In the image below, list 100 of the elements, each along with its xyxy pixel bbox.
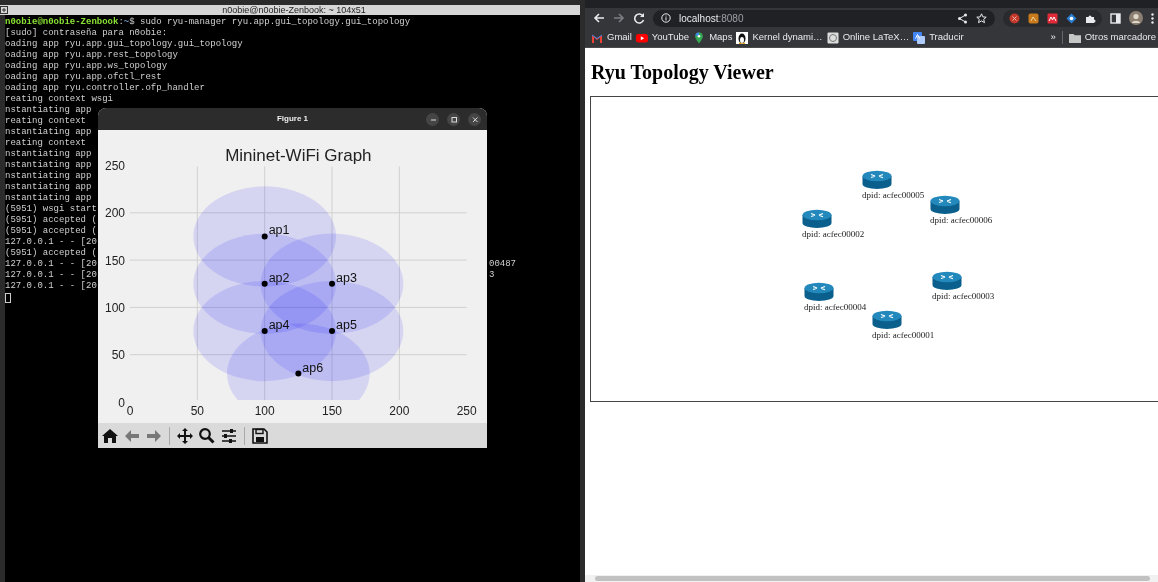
point-label: ap5 <box>336 318 357 333</box>
data-point <box>261 328 268 335</box>
node-label: dpid: acfec00001 <box>872 330 935 340</box>
save-icon[interactable] <box>251 426 269 445</box>
data-point <box>329 328 335 335</box>
back-arrow-icon[interactable] <box>593 12 605 24</box>
new-tab-icon[interactable] <box>0 6 8 14</box>
menu-icon[interactable] <box>1151 12 1154 24</box>
translate-icon <box>913 31 926 44</box>
axis-tick-label: 200 <box>104 206 125 221</box>
terminal-line: nstantiating app <box>5 193 92 204</box>
extension-icon[interactable] <box>1047 12 1058 24</box>
terminal-line: [sudo] contraseña para n0obie: <box>5 28 168 39</box>
terminal-line: nstantiating app <box>5 105 92 116</box>
terminal-line: 3 <box>489 270 495 280</box>
bookmark[interactable]: Gmail <box>591 30 632 45</box>
terminal-line: 127.0.0.1 - - [20 <box>5 281 97 292</box>
sliders-icon[interactable] <box>220 426 238 445</box>
horizontal-scrollbar[interactable] <box>585 575 1158 582</box>
router-icon[interactable] <box>932 271 962 291</box>
terminal-cursor <box>5 293 11 303</box>
window-title: n0obie@n0obie-Zenbook: ~ 104x51 <box>221 5 367 15</box>
terminal-line: nstantiating app <box>5 149 92 160</box>
terminal-line: 127.0.0.1 - - [20 <box>5 237 97 248</box>
maximize-button[interactable] <box>447 113 460 126</box>
bookmark[interactable]: YouTube <box>635 30 690 45</box>
terminal-line: 00487 <box>489 259 516 269</box>
bookmarks-overflow-button[interactable]: » <box>1050 30 1056 45</box>
node-label: dpid: acfec00003 <box>932 291 995 301</box>
terminal-line: reating context <box>5 138 86 149</box>
terminal-line: reating context <box>5 116 86 127</box>
terminal-line: 127.0.0.1 - - [20 <box>5 270 97 281</box>
window-title: Figure 1 <box>276 113 309 125</box>
router-icon[interactable] <box>862 170 892 190</box>
video-play-icon <box>635 31 648 44</box>
close-button[interactable] <box>468 113 481 126</box>
terminal-line: nstantiating app <box>5 160 92 171</box>
star-icon[interactable] <box>976 12 987 24</box>
home-icon[interactable] <box>101 426 119 445</box>
axis-tick-label: 150 <box>104 253 125 268</box>
sidebar-icon[interactable] <box>1110 12 1121 24</box>
axis-tick-label: 250 <box>104 159 125 173</box>
point-label: ap3 <box>336 270 357 285</box>
terminal-line: oading app ryu.app.ofctl_rest <box>5 72 162 83</box>
address-bar[interactable]: localhost:8080 <box>653 9 995 27</box>
axis-tick-label: 200 <box>389 404 410 418</box>
point-label: ap4 <box>268 318 290 333</box>
move-icon[interactable] <box>176 426 194 445</box>
data-point <box>261 233 268 240</box>
map-pin-icon <box>693 31 706 44</box>
info-icon[interactable] <box>661 13 671 23</box>
axis-tick-label: 100 <box>254 404 275 418</box>
penguin-icon <box>736 31 749 44</box>
terminal-line: nstantiating app <box>5 127 92 138</box>
page-heading: Ryu Topology Viewer <box>591 61 775 84</box>
folder-icon <box>1068 32 1081 43</box>
router-icon[interactable] <box>804 282 834 302</box>
terminal-line: (5951) accepted ( <box>5 226 97 237</box>
terminal-line: (5951) accepted ( <box>5 215 97 226</box>
zoom-icon[interactable] <box>198 426 216 445</box>
data-point <box>261 280 268 287</box>
terminal-line: nstantiating app <box>5 182 92 193</box>
axis-tick-label: 50 <box>111 348 125 363</box>
maximize-icon <box>448 114 459 125</box>
data-point <box>329 280 335 287</box>
node-label: dpid: acfec00006 <box>930 215 993 225</box>
point-label: ap6 <box>302 360 324 375</box>
url-text: localhost:8080 <box>679 11 744 26</box>
bookmark[interactable]: Kernel dynami… <box>736 30 823 45</box>
node-label: dpid: acfec00004 <box>804 302 867 312</box>
router-icon[interactable] <box>930 195 960 215</box>
node-label: dpid: acfec00002 <box>802 229 865 239</box>
extension-icon[interactable] <box>1028 12 1039 24</box>
axis-tick-label: 100 <box>104 300 125 315</box>
avatar-icon[interactable] <box>1129 11 1143 25</box>
bookmark-folder[interactable]: Otros marcadore <box>1068 30 1156 45</box>
share-icon[interactable] <box>957 12 968 24</box>
document-icon <box>826 31 839 44</box>
bookmark[interactable]: Traducir <box>913 30 964 45</box>
extension-icon[interactable] <box>1009 12 1020 24</box>
terminal-line: nstantiating app <box>5 171 92 182</box>
terminal-line: (5951) accepted ( <box>5 248 97 259</box>
terminal-line: oading app ryu.app.rest_topology <box>5 50 178 61</box>
terminal-line: n0obie@n0obie-Zenbook:~$ sudo ryu-manager ryu.app.gui_topology.gui_topology <box>5 17 411 28</box>
forward-arrow-icon[interactable] <box>613 12 625 24</box>
axis-tick-label: 50 <box>190 404 204 418</box>
extension-icon[interactable] <box>1066 12 1077 24</box>
terminal-line: oading app ryu.controller.ofp_handler <box>5 83 205 94</box>
bookmark[interactable]: Online LaTeX… <box>826 30 910 45</box>
node-label: dpid: acfec00005 <box>862 190 925 200</box>
chart-title: Mininet-WiFi Graph <box>225 146 372 165</box>
bookmark[interactable]: Maps <box>693 30 733 45</box>
router-icon[interactable] <box>802 209 832 229</box>
axis-tick-label: 150 <box>322 404 343 418</box>
minimize-button[interactable] <box>426 113 439 126</box>
point-label: ap1 <box>268 223 290 238</box>
terminal-line: oading app ryu.app.ws_topology <box>5 61 168 72</box>
data-point <box>295 370 302 377</box>
reload-icon[interactable] <box>633 12 645 24</box>
router-icon[interactable] <box>872 310 902 330</box>
